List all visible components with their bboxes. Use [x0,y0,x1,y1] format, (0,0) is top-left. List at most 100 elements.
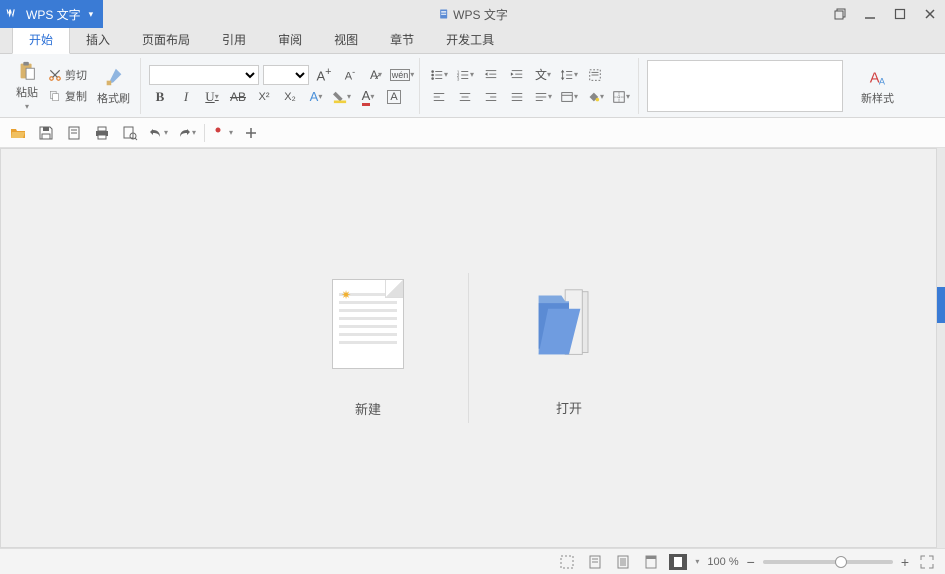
text-direction-button[interactable]: 文▾ [532,65,554,85]
new-style-button[interactable]: AA 新样式 [857,64,898,108]
view-fullscreen-button[interactable] [557,552,577,572]
font-color-button[interactable]: A▾ [357,87,379,107]
highlight-icon [333,90,347,104]
align-left-button[interactable] [428,87,450,107]
increase-font-button[interactable]: A+ [313,65,335,85]
decrease-font-button[interactable]: A- [339,65,361,85]
paint-bucket-icon [586,90,600,104]
tab-references[interactable]: 引用 [206,26,262,53]
zoom-level[interactable]: 100 % [707,556,738,568]
tab-insert[interactable]: 插入 [70,26,126,53]
paste-icon [16,60,38,82]
restore-up-button[interactable] [825,0,855,28]
line-spacing-button[interactable]: ▾ [558,65,580,85]
scissors-icon [48,68,62,82]
right-panel-toggle[interactable] [937,287,945,323]
styles-group: AA 新样式 [851,58,904,114]
wps-logo-icon [6,7,20,21]
font-family-select[interactable] [149,65,259,85]
character-border-button[interactable]: A [383,87,405,107]
show-marks-button[interactable] [584,65,606,85]
bold-button[interactable]: B [149,87,171,107]
highlight-button[interactable]: ▾ [331,87,353,107]
svg-text:3: 3 [457,76,460,81]
open-document-card[interactable]: 打开 [469,280,669,417]
style-gallery[interactable] [647,60,843,112]
brush-icon [103,66,125,88]
tab-settings-button[interactable]: ▾ [558,87,580,107]
ribbon: 粘贴▾ 剪切 复制 格式刷 A+ A- A̷▾ wén▾ B I U▾ AB [0,54,945,118]
underline-button[interactable]: U▾ [201,87,223,107]
maximize-button[interactable] [885,0,915,28]
add-quick-button[interactable] [241,123,261,143]
strikethrough-button[interactable]: AB [227,87,249,107]
tab-view[interactable]: 视图 [318,26,374,53]
tab-page-layout[interactable]: 页面布局 [126,26,206,53]
zoom-slider[interactable] [763,560,893,564]
borders-button[interactable]: ▾ [610,87,632,107]
paragraph-group: ▾ 123▾ 文▾ ▾ ▾ ▾ ▾ ▾ [422,58,639,114]
align-justify-button[interactable] [506,87,528,107]
view-dropdown[interactable]: ▾ [695,557,699,566]
align-right-button[interactable] [480,87,502,107]
page-icon [66,125,82,141]
align-center-button[interactable] [454,87,476,107]
redo-button[interactable]: ▾ [176,123,196,143]
app-name: WPS 文字 [26,6,81,23]
title-bar: WPS 文字 ▾ WPS 文字 [0,0,945,28]
new-document-icon: ✷ [332,279,404,369]
subscript-button[interactable]: X₂ [279,87,301,107]
undo-button[interactable]: ▾ [148,123,168,143]
print-button[interactable] [92,123,112,143]
copy-button[interactable]: 复制 [46,87,89,105]
italic-button[interactable]: I [175,87,197,107]
zoom-in-button[interactable]: + [901,554,909,570]
text-effects-button[interactable]: A▾ [305,87,327,107]
decrease-indent-button[interactable] [480,65,502,85]
paste-button[interactable]: 粘贴▾ [12,58,42,113]
tab-section[interactable]: 章节 [374,26,430,53]
phonetic-guide-button[interactable]: wén▾ [391,65,413,85]
print-preview-button[interactable] [120,123,140,143]
format-painter-button[interactable]: 格式刷 [93,64,134,108]
font-size-select[interactable] [263,65,309,85]
undo-icon [148,125,164,141]
tab-review[interactable]: 审阅 [262,26,318,53]
window-controls [825,0,945,28]
open-document-label: 打开 [556,398,582,417]
status-bar: ▾ 100 % − + [0,548,945,574]
superscript-button[interactable]: X² [253,87,275,107]
change-case-button[interactable]: A̷▾ [365,65,387,85]
start-screen: ✷ 新建 打开 [0,148,937,548]
export-pdf-button[interactable] [64,123,84,143]
numbering-button[interactable]: 123▾ [454,65,476,85]
open-button[interactable] [8,123,28,143]
preview-icon [122,125,138,141]
ribbon-tabs: 开始 插入 页面布局 引用 审阅 视图 章节 开发工具 [0,28,945,54]
right-panel-edge [937,148,945,548]
shading-button[interactable]: ▾ [584,87,606,107]
view-reading-button[interactable] [669,554,687,570]
open-folder-icon [529,280,609,368]
save-button[interactable] [36,123,56,143]
document-icon [437,8,449,20]
fit-page-button[interactable] [917,552,937,572]
cut-button[interactable]: 剪切 [46,66,89,84]
zoom-out-button[interactable]: − [747,554,755,570]
view-outline-button[interactable] [613,552,633,572]
view-page-button[interactable] [585,552,605,572]
folder-open-icon [10,125,26,141]
bullets-button[interactable]: ▾ [428,65,450,85]
app-menu[interactable]: WPS 文字 ▾ [0,0,103,28]
minimize-button[interactable] [855,0,885,28]
print-icon [94,125,110,141]
tab-developer[interactable]: 开发工具 [430,26,510,53]
align-distribute-button[interactable]: ▾ [532,87,554,107]
save-icon [38,125,54,141]
new-document-card[interactable]: ✷ 新建 [268,279,468,418]
increase-indent-button[interactable] [506,65,528,85]
tab-home[interactable]: 开始 [12,25,70,54]
view-web-button[interactable] [641,552,661,572]
close-button[interactable] [915,0,945,28]
format-paint-quick-button[interactable]: ▾ [213,123,233,143]
